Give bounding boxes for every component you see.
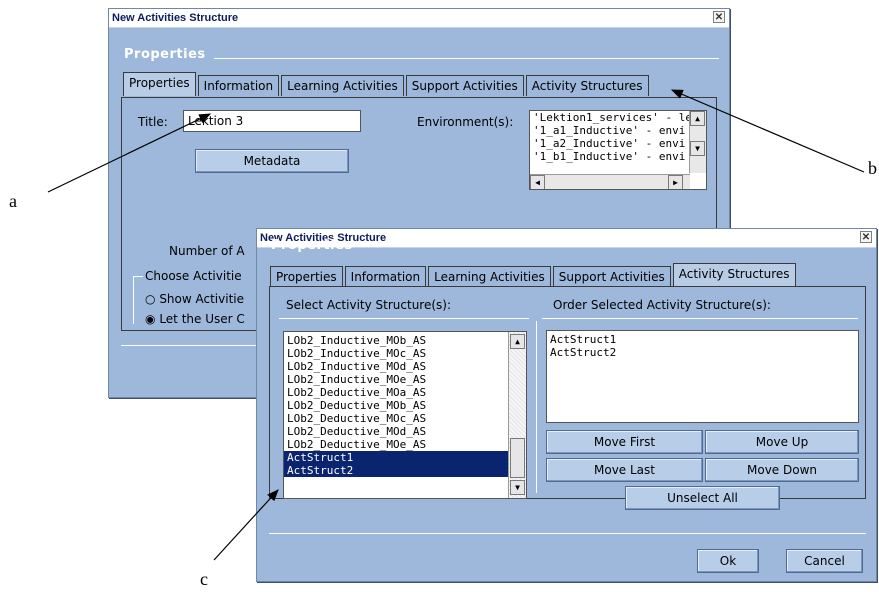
structure-item[interactable]: LOb2_Inductive_MOd_AS — [284, 360, 526, 373]
column-divider — [536, 321, 537, 493]
radio-show-label: Show Activitie — [159, 292, 244, 306]
environment-item[interactable]: 'Lektion1_services' - le — [530, 111, 706, 124]
move-down-button[interactable]: Move Down — [705, 458, 859, 482]
select-structures-list[interactable]: LOb2_Inductive_MOb_AS LOb2_Inductive_MOc… — [283, 331, 527, 499]
move-up-button[interactable]: Move Up — [705, 430, 859, 454]
environments-label: Environment(s): — [417, 115, 514, 129]
order-structures-list[interactable]: ActStruct1 ActStruct2 — [546, 330, 859, 423]
scroll-left-icon[interactable]: ◀ — [530, 175, 545, 189]
radio-selected-icon[interactable]: ◉ — [145, 312, 155, 326]
structure-item[interactable]: LOb2_Inductive_MOb_AS — [284, 334, 526, 347]
choose-group-border-left — [133, 276, 134, 324]
unselect-all-button[interactable]: Unselect All — [625, 486, 780, 510]
tab-learning-activities[interactable]: Learning Activities — [428, 266, 551, 287]
annotation-label-c: c — [200, 569, 208, 589]
tab-properties[interactable]: Properties — [270, 266, 343, 287]
back-dialog-titlebar[interactable]: New Activities Structure ✕ — [109, 9, 729, 28]
choose-group-border-top — [133, 276, 143, 277]
back-section-heading: Properties — [124, 47, 206, 62]
front-section-divider — [362, 246, 867, 247]
back-tab-properties[interactable]: Properties — [123, 72, 196, 96]
ordered-structure-item[interactable]: ActStruct1 — [547, 333, 858, 346]
scroll-down-icon[interactable]: ▼ — [510, 480, 525, 495]
environments-vscrollbar[interactable]: ▲ ▼ — [689, 111, 706, 173]
structure-item[interactable]: LOb2_Inductive_MOc_AS — [284, 347, 526, 360]
back-tab-activity-structures[interactable]: Activity Structures — [525, 75, 649, 96]
structure-item[interactable]: LOb2_Inductive_MOe_AS — [284, 373, 526, 386]
structure-item[interactable]: LOb2_Deductive_MOc_AS — [284, 412, 526, 425]
environments-list[interactable]: 'Lektion1_services' - le '1_a1_Inductive… — [529, 110, 707, 190]
scroll-thumb[interactable] — [510, 438, 525, 478]
ordered-structure-item[interactable]: ActStruct2 — [547, 346, 858, 359]
environment-item[interactable]: '1_b1_Inductive' - envi — [530, 150, 706, 163]
structure-item[interactable]: LOb2_Deductive_MOe_AS — [284, 438, 526, 451]
front-close-icon[interactable]: ✕ — [860, 231, 872, 243]
order-structures-label: Order Selected Activity Structure(s): — [553, 298, 771, 312]
annotation-label-a: a — [9, 191, 17, 211]
environment-item[interactable]: '1_a2_Inductive' - envi — [530, 137, 706, 150]
scroll-right-icon[interactable]: ▶ — [668, 175, 683, 189]
radio-show-activities[interactable]: ○ Show Activitie — [145, 292, 244, 306]
structure-item[interactable]: LOb2_Deductive_MOd_AS — [284, 425, 526, 438]
structure-item[interactable]: LOb2_Deductive_MOb_AS — [284, 399, 526, 412]
select-structures-label: Select Activity Structure(s): — [286, 298, 452, 312]
structure-item-selected[interactable]: ActStruct1 — [284, 451, 508, 464]
environment-item[interactable]: '1_a1_Inductive' - envi — [530, 124, 706, 137]
number-of-activities-label: Number of A — [169, 244, 245, 258]
tab-information[interactable]: Information — [344, 266, 427, 287]
annotation-label-b: b — [868, 158, 877, 178]
back-title-label: Title: — [138, 115, 168, 129]
metadata-button[interactable]: Metadata — [195, 149, 349, 173]
back-close-icon[interactable]: ✕ — [713, 11, 725, 23]
radio-let-user-label: Let the User C — [159, 312, 245, 326]
move-last-button[interactable]: Move Last — [546, 458, 703, 482]
structure-item-selected[interactable]: ActStruct2 — [284, 464, 508, 477]
back-section-divider — [214, 58, 719, 59]
ok-button[interactable]: Ok — [697, 549, 759, 573]
select-label-underline — [279, 318, 529, 319]
cancel-button[interactable]: Cancel — [786, 549, 863, 573]
front-tab-bar: Properties Information Learning Activiti… — [270, 263, 798, 287]
back-tab-information[interactable]: Information — [197, 75, 280, 96]
radio-empty-icon[interactable]: ○ — [145, 292, 155, 306]
scroll-up-icon[interactable]: ▲ — [510, 334, 525, 349]
back-tab-support-activities[interactable]: Support Activities — [405, 75, 524, 96]
environments-hscrollbar[interactable]: ◀ ▶ — [530, 174, 690, 189]
back-title-input[interactable]: Lektion 3 — [183, 110, 361, 132]
front-dialog: New Activities Structure ✕ Properties Pr… — [256, 228, 877, 582]
tab-activity-structures[interactable]: Activity Structures — [672, 263, 796, 287]
back-tab-learning-activities[interactable]: Learning Activities — [281, 75, 404, 96]
scroll-down-icon[interactable]: ▼ — [690, 141, 705, 156]
structure-item[interactable]: LOb2_Deductive_MOa_AS — [284, 386, 526, 399]
radio-let-user[interactable]: ◉ Let the User C — [145, 312, 245, 326]
front-footer-divider — [269, 533, 866, 534]
back-dialog-title: New Activities Structure — [112, 12, 239, 24]
select-list-vscrollbar[interactable]: ▲ ▼ — [508, 332, 526, 498]
tab-support-activities[interactable]: Support Activities — [552, 266, 671, 287]
front-section-heading: Properties — [271, 238, 353, 253]
move-first-button[interactable]: Move First — [546, 430, 703, 454]
back-tab-bar: Properties Information Learning Activiti… — [123, 72, 651, 96]
order-label-underline — [542, 318, 858, 319]
scroll-up-icon[interactable]: ▲ — [690, 111, 705, 126]
choose-activities-group-label: Choose Activitie — [145, 269, 242, 283]
